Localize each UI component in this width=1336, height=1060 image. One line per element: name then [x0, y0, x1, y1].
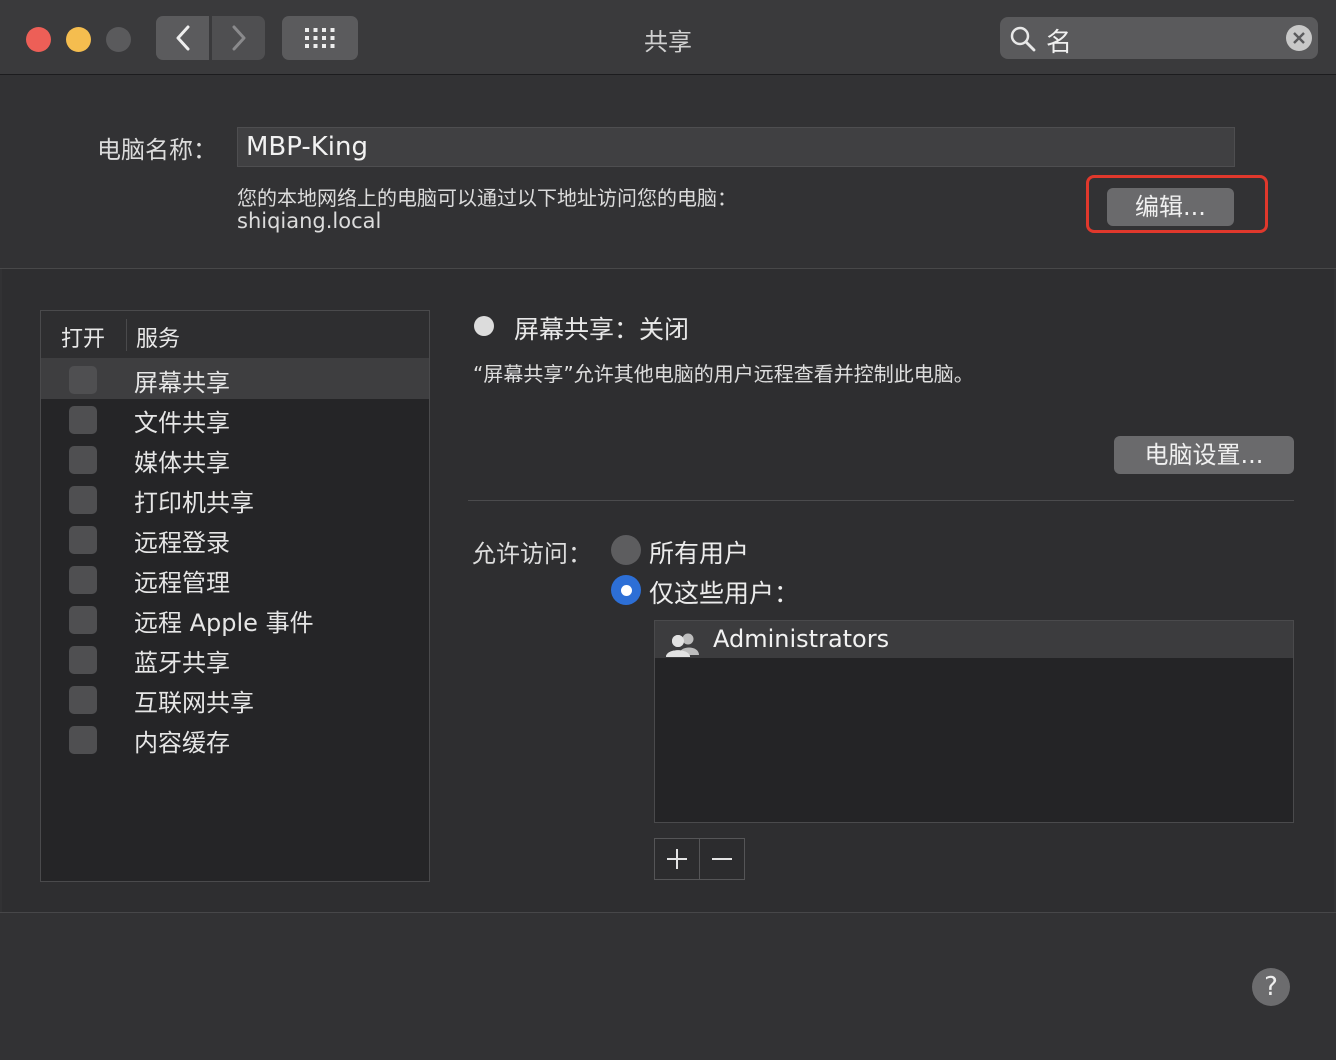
service-row-remote-apple-events[interactable]: 远程 Apple 事件 [41, 599, 429, 639]
search-input[interactable]: 名 [1046, 22, 1072, 59]
service-row-screen-sharing[interactable]: 屏幕共享 [41, 359, 429, 399]
services-list-header: 打开 服务 [41, 311, 429, 359]
service-label: 内容缓存 [134, 729, 230, 757]
sharing-window: 共享 名 电脑名称： 您的本地网络上的电脑可以通过以下地址访问您的电脑： shi… [0, 0, 1336, 1060]
titlebar: 共享 名 [0, 0, 1336, 75]
service-label: 文件共享 [134, 409, 230, 437]
service-row-internet-sharing[interactable]: 互联网共享 [41, 679, 429, 719]
service-checkbox[interactable] [69, 406, 97, 434]
service-row-content-caching[interactable]: 内容缓存 [41, 719, 429, 759]
service-checkbox[interactable] [69, 646, 97, 674]
show-all-button[interactable] [282, 16, 358, 60]
service-label: 远程 Apple 事件 [134, 609, 314, 637]
computer-address-description: 您的本地网络上的电脑可以通过以下地址访问您的电脑： [237, 186, 737, 210]
allowed-users-list: Administrators [654, 620, 1294, 823]
forward-button[interactable] [212, 16, 265, 60]
search-icon [1010, 26, 1036, 52]
add-user-button[interactable] [655, 839, 700, 879]
service-checkbox[interactable] [69, 526, 97, 554]
column-header-service[interactable]: 服务 [136, 321, 180, 353]
service-label: 互联网共享 [134, 689, 254, 717]
service-description: “屏幕共享”允许其他电脑的用户远程查看并控制此电脑。 [473, 362, 974, 386]
service-row-remote-login[interactable]: 远程登录 [41, 519, 429, 559]
radio-only-these-users-label[interactable]: 仅这些用户： [649, 574, 799, 610]
computer-name-field[interactable] [237, 127, 1235, 167]
service-label: 蓝牙共享 [134, 649, 230, 677]
minus-icon [712, 858, 732, 860]
service-checkbox[interactable] [69, 686, 97, 714]
service-checkbox[interactable] [69, 446, 97, 474]
service-row-bluetooth-sharing[interactable]: 蓝牙共享 [41, 639, 429, 679]
plus-icon [667, 849, 687, 869]
service-checkbox[interactable] [69, 726, 97, 754]
service-status: 屏幕共享：关闭 [514, 315, 690, 344]
service-checkbox[interactable] [69, 606, 97, 634]
computer-settings-button[interactable]: 电脑设置... [1114, 436, 1294, 474]
zoom-window-button[interactable] [106, 27, 131, 52]
group-icon [666, 633, 699, 657]
radio-all-users-label[interactable]: 所有用户 [649, 534, 749, 570]
service-label: 屏幕共享 [134, 369, 230, 397]
service-checkbox[interactable] [69, 366, 97, 394]
service-row-remote-management[interactable]: 远程管理 [41, 559, 429, 599]
chevron-left-icon [176, 25, 189, 51]
radio-all-users[interactable] [611, 535, 641, 565]
service-row-media-sharing[interactable]: 媒体共享 [41, 439, 429, 479]
close-window-button[interactable] [26, 27, 51, 52]
radio-only-these-users[interactable] [611, 575, 641, 605]
service-label: 媒体共享 [134, 449, 230, 477]
local-hostname: shiqiang.local [237, 209, 382, 233]
service-label: 打印机共享 [134, 489, 254, 517]
allow-access-label: 允许访问： [472, 540, 592, 568]
user-name: Administrators [713, 625, 890, 653]
detail-divider [468, 500, 1294, 501]
help-button[interactable]: ? [1252, 968, 1290, 1006]
service-checkbox[interactable] [69, 566, 97, 594]
status-indicator-icon [474, 316, 494, 336]
highlight-box [1086, 175, 1268, 233]
clear-search-icon[interactable] [1286, 25, 1312, 51]
list-item-user[interactable]: Administrators [655, 621, 1293, 658]
column-divider [126, 319, 127, 351]
search-field[interactable]: 名 [1000, 17, 1318, 59]
footer-divider [0, 912, 1336, 913]
minimize-window-button[interactable] [66, 27, 91, 52]
column-header-on[interactable]: 打开 [61, 321, 105, 353]
service-label: 远程管理 [134, 569, 230, 597]
remove-user-button[interactable] [700, 839, 744, 879]
service-checkbox[interactable] [69, 486, 97, 514]
service-row-file-sharing[interactable]: 文件共享 [41, 399, 429, 439]
back-button[interactable] [156, 16, 209, 60]
grid-icon [305, 28, 335, 48]
service-row-printer-sharing[interactable]: 打印机共享 [41, 479, 429, 519]
add-remove-controls [654, 838, 745, 880]
services-list: 打开 服务 屏幕共享 文件共享 媒体共享 打印机共享 远程登录 远程管理 远程 … [40, 310, 430, 882]
computer-name-label: 电脑名称： [97, 136, 217, 164]
service-label: 远程登录 [134, 529, 230, 557]
chevron-right-icon [232, 25, 245, 51]
